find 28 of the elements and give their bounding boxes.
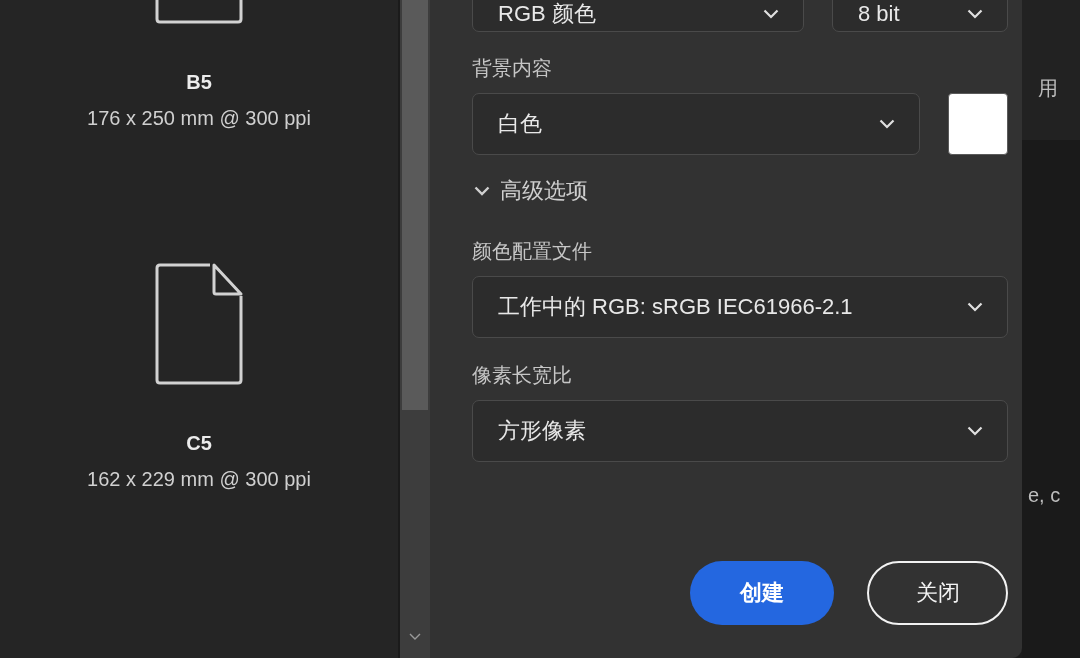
chevron-down-icon: [967, 302, 983, 312]
field-label: 颜色配置文件: [472, 239, 593, 264]
scrollbar-thumb[interactable]: [402, 0, 428, 410]
background-text: e, c: [1027, 483, 1062, 508]
dialog-button[interactable]: 创建: [690, 561, 834, 625]
background-text: 用: [1037, 76, 1059, 101]
dropdown[interactable]: 8 bit: [832, 0, 1008, 32]
field-label: 背景内容: [472, 56, 553, 81]
scrollbar-track[interactable]: [398, 0, 430, 658]
chevron-down-icon: [879, 119, 895, 129]
field-label: 像素长宽比: [472, 363, 573, 388]
chevron-down-icon: [967, 426, 983, 436]
dialog-button[interactable]: 关闭: [867, 561, 1008, 625]
preset-size: 162 x 229 mm @ 300 ppi: [87, 467, 311, 491]
chevron-down-icon: [763, 9, 779, 19]
chevron-down-icon: [967, 9, 983, 19]
dropdown[interactable]: 白色: [472, 93, 920, 155]
dropdown[interactable]: RGB 颜色: [472, 0, 804, 32]
chevron-down-icon[interactable]: [409, 633, 421, 640]
preset-name: C5: [186, 431, 212, 456]
dropdown[interactable]: 方形像素: [472, 400, 1008, 462]
advanced-options-toggle[interactable]: 高级选项: [472, 177, 588, 205]
dropdown[interactable]: 工作中的 RGB: sRGB IEC61966-2.1: [472, 276, 1008, 338]
color-swatch[interactable]: [948, 93, 1008, 155]
preset-name: B5: [186, 70, 212, 95]
preset-size: 176 x 250 mm @ 300 ppi: [87, 106, 311, 130]
chevron-down-icon: [474, 186, 490, 196]
document-icon[interactable]: [154, 262, 244, 386]
